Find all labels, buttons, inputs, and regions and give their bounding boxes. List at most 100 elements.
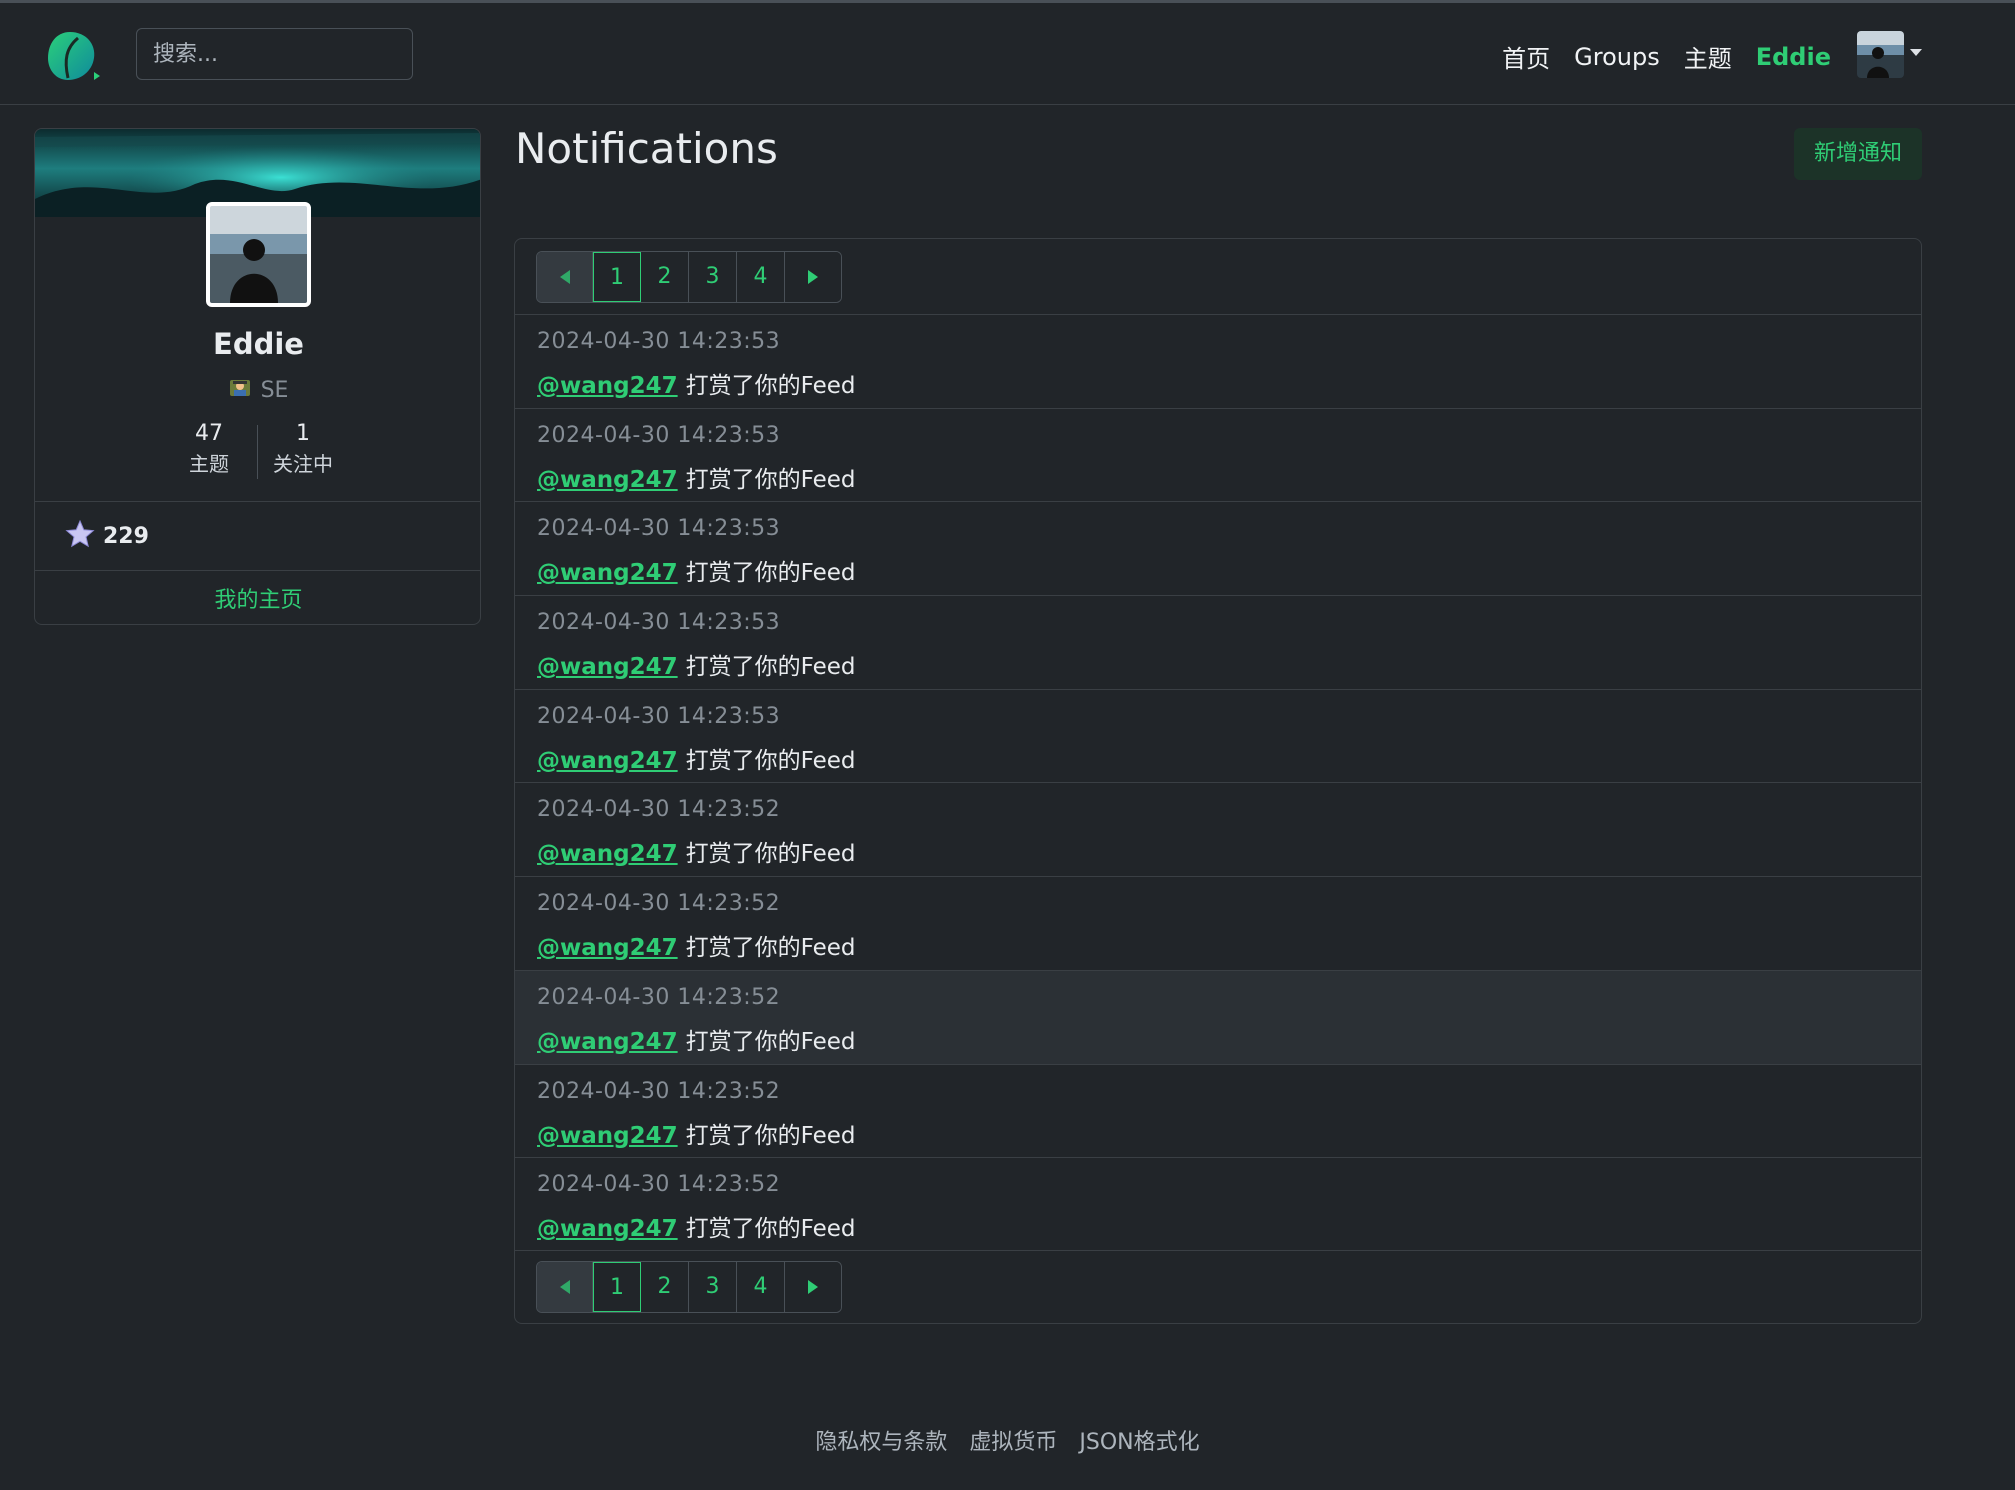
profile-name: Eddie: [213, 327, 304, 361]
notification-user-link[interactable]: @wang247: [537, 1216, 678, 1242]
notification-user-link[interactable]: @wang247: [537, 748, 678, 774]
notification-item[interactable]: 2024-04-30 14:23:53 @wang247 打赏了你的Feed: [515, 314, 1921, 408]
stat-topics-label: 主题: [189, 452, 229, 476]
next-page-button[interactable]: [785, 1262, 841, 1312]
notification-list: 2024-04-30 14:23:53 @wang247 打赏了你的Feed 20…: [515, 314, 1921, 1251]
notification-message: 打赏了你的Feed: [685, 747, 856, 774]
notification-message: 打赏了你的Feed: [685, 1216, 856, 1243]
nav-link-user[interactable]: Eddie: [1756, 43, 1831, 71]
page-2[interactable]: 2: [641, 252, 689, 302]
footer-link-json[interactable]: JSON格式化: [1079, 1424, 1199, 1456]
notification-item[interactable]: 2024-04-30 14:23:52 @wang247 打赏了你的Feed: [515, 876, 1921, 970]
footer: 隐私权与条款 虚拟货币 JSON格式化: [0, 1424, 2015, 1456]
role-badge-icon: [229, 377, 251, 405]
notification-time: 2024-04-30 14:23:53: [537, 703, 781, 729]
notification-time: 2024-04-30 14:23:52: [537, 797, 781, 823]
stat-topics[interactable]: 47 主题: [169, 419, 249, 479]
pagination-bottom: 1 2 3 4: [536, 1261, 842, 1313]
prev-page-button[interactable]: [537, 252, 593, 302]
notification-message: 打赏了你的Feed: [685, 560, 856, 587]
notifications-panel: 1 2 3 4 2024-04-30 14:23:53 @wang247 打赏了你…: [514, 238, 1922, 1324]
footer-link-privacy[interactable]: 隐私权与条款: [815, 1424, 947, 1456]
chevron-down-icon: [1910, 49, 1922, 56]
points-value: 229: [103, 523, 149, 549]
profile-avatar[interactable]: [206, 202, 311, 307]
avatar: [1857, 31, 1904, 78]
notification-time: 2024-04-30 14:23:53: [537, 610, 781, 636]
notification-item[interactable]: 2024-04-30 14:23:53 @wang247 打赏了你的Feed: [515, 688, 1921, 783]
page-4[interactable]: 4: [737, 252, 785, 302]
stat-following-label: 关注中: [273, 452, 333, 476]
nav-link-topics[interactable]: 主题: [1684, 39, 1732, 74]
notification-message: 打赏了你的Feed: [685, 654, 856, 681]
profile-role: SE: [35, 377, 480, 405]
footer-link-currency[interactable]: 虚拟货币: [969, 1424, 1057, 1456]
notification-user-link[interactable]: @wang247: [537, 654, 678, 680]
notification-item[interactable]: 2024-04-30 14:23:52 @wang247 打赏了你的Feed: [515, 1157, 1921, 1251]
notification-text: @wang247 打赏了你的Feed: [537, 647, 856, 681]
notification-text: @wang247 打赏了你的Feed: [537, 834, 856, 868]
page-3[interactable]: 3: [689, 1262, 737, 1312]
notification-text: @wang247 打赏了你的Feed: [537, 741, 856, 775]
notification-user-link[interactable]: @wang247: [537, 373, 678, 399]
notification-user-link[interactable]: @wang247: [537, 467, 678, 493]
profile-role-text: SE: [260, 378, 289, 403]
notification-text: @wang247 打赏了你的Feed: [537, 1116, 856, 1150]
notification-time: 2024-04-30 14:23:52: [537, 984, 781, 1010]
notification-user-link[interactable]: @wang247: [537, 841, 678, 867]
main-nav: 首页 Groups 主题 Eddie: [1502, 39, 1831, 74]
nav-link-home[interactable]: 首页: [1502, 39, 1550, 74]
prev-page-button[interactable]: [537, 1262, 593, 1312]
notification-user-link[interactable]: @wang247: [537, 1123, 678, 1149]
leaf-logo-icon[interactable]: [44, 30, 100, 84]
notification-user-link[interactable]: @wang247: [537, 1029, 678, 1055]
stat-divider: [257, 425, 258, 479]
notification-time: 2024-04-30 14:23:52: [537, 1078, 781, 1104]
notification-text: @wang247 打赏了你的Feed: [537, 553, 856, 587]
notification-message: 打赏了你的Feed: [685, 373, 856, 399]
points-balance: 229: [65, 519, 149, 553]
notification-item-hovered[interactable]: 2024-04-30 14:23:52 @wang247 打赏了你的Feed: [515, 969, 1921, 1064]
caret-right-icon: [808, 270, 818, 284]
notification-item[interactable]: 2024-04-30 14:23:53 @wang247 打赏了你的Feed: [515, 595, 1921, 689]
notification-item[interactable]: 2024-04-30 14:23:53 @wang247 打赏了你的Feed: [515, 501, 1921, 595]
notification-text: @wang247 打赏了你的Feed: [537, 460, 856, 494]
notification-text: @wang247 打赏了你的Feed: [537, 928, 856, 962]
notification-message: 打赏了你的Feed: [685, 1028, 856, 1055]
caret-left-icon: [559, 270, 570, 284]
stat-following[interactable]: 1 关注中: [263, 419, 343, 479]
notification-text: @wang247 打赏了你的Feed: [537, 1209, 856, 1243]
notification-message: 打赏了你的Feed: [685, 466, 856, 493]
caret-left-icon: [559, 1280, 570, 1294]
divider: [35, 501, 480, 502]
profile-stats: 47 主题 1 关注中: [169, 419, 349, 481]
notification-user-link[interactable]: @wang247: [537, 560, 678, 586]
next-page-button[interactable]: [785, 252, 841, 302]
stat-following-count: 1: [296, 421, 310, 446]
caret-right-icon: [808, 1280, 818, 1294]
notification-user-link[interactable]: @wang247: [537, 935, 678, 961]
notification-time: 2024-04-30 14:23:53: [537, 422, 781, 448]
user-menu-toggle[interactable]: [1857, 31, 1923, 81]
notification-time: 2024-04-30 14:23:52: [537, 891, 781, 917]
notification-item[interactable]: 2024-04-30 14:23:52 @wang247 打赏了你的Feed: [515, 782, 1921, 876]
page-title: Notifications: [515, 124, 778, 173]
page-4[interactable]: 4: [737, 1262, 785, 1312]
my-homepage-link[interactable]: 我的主页: [35, 582, 480, 614]
page-2[interactable]: 2: [641, 1262, 689, 1312]
pagination-top: 1 2 3 4: [536, 251, 842, 303]
notification-time: 2024-04-30 14:23:53: [537, 516, 781, 542]
divider: [35, 570, 480, 571]
notification-item[interactable]: 2024-04-30 14:23:52 @wang247 打赏了你的Feed: [515, 1063, 1921, 1158]
page-1[interactable]: 1: [593, 1262, 641, 1312]
notification-message: 打赏了你的Feed: [685, 1122, 856, 1149]
page-1[interactable]: 1: [593, 252, 641, 302]
new-notification-button[interactable]: 新增通知: [1794, 128, 1922, 180]
page-3[interactable]: 3: [689, 252, 737, 302]
navbar: 首页 Groups 主题 Eddie: [0, 3, 2015, 105]
notification-text: @wang247 打赏了你的Feed: [537, 1022, 856, 1056]
search-input[interactable]: [136, 28, 413, 80]
nav-link-groups[interactable]: Groups: [1574, 43, 1660, 71]
notification-item[interactable]: 2024-04-30 14:23:53 @wang247 打赏了你的Feed: [515, 407, 1921, 502]
notification-message: 打赏了你的Feed: [685, 841, 856, 868]
